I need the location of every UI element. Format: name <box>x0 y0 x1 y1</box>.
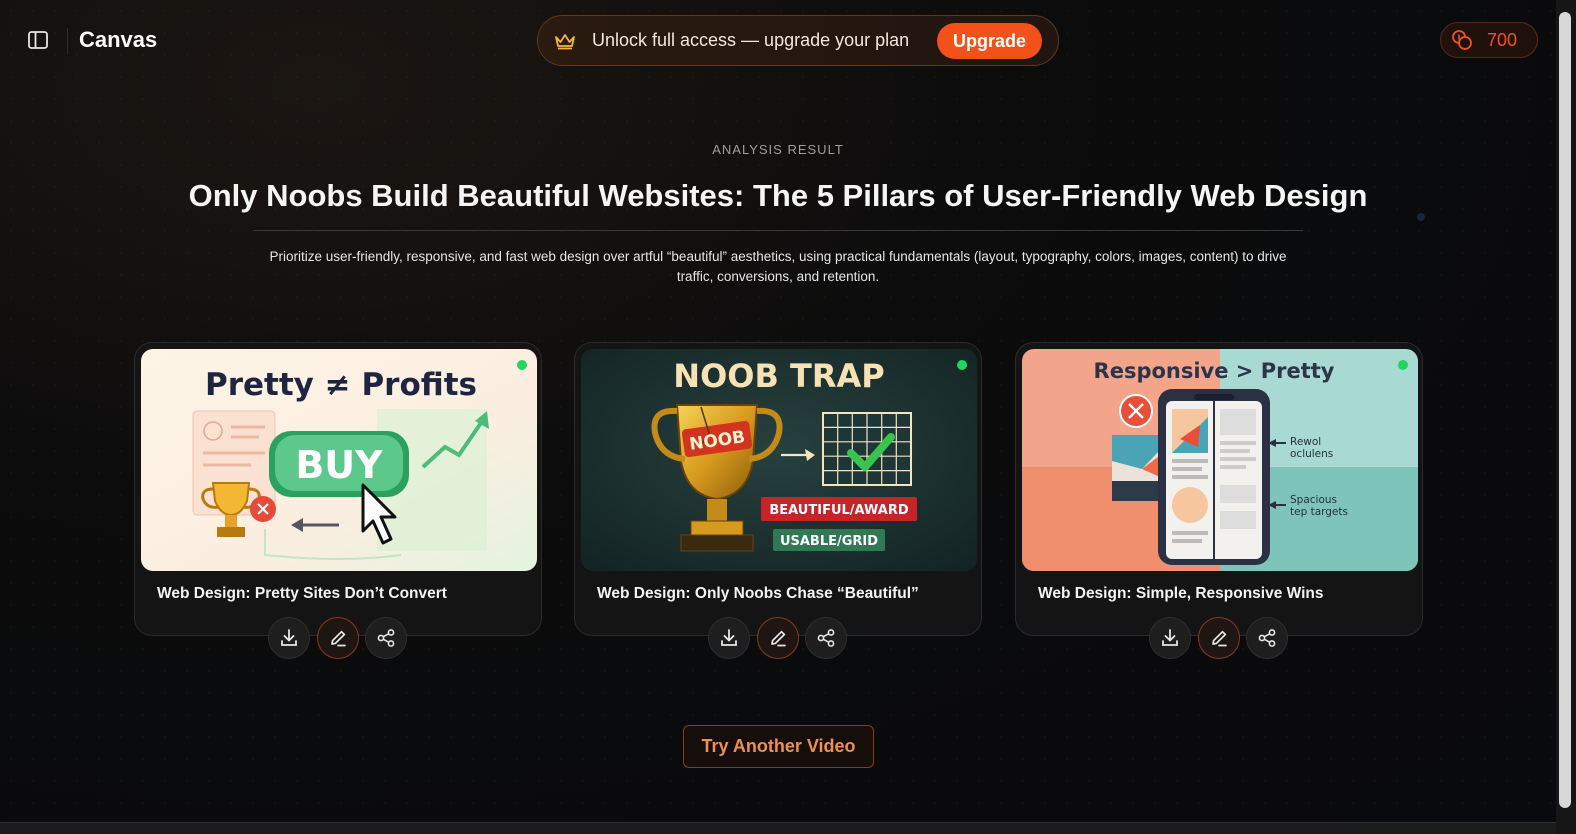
top-bar: Canvas Unlock full access — upgrade your… <box>0 0 1556 82</box>
image-buy-label: BUY <box>295 443 383 487</box>
credits-badge[interactable]: 700 <box>1440 22 1538 58</box>
page-title: Only Noobs Build Beautiful Websites: The… <box>188 178 1368 213</box>
thumbnail-card-1[interactable]: Pretty ≠ Profits BUY Web Design: Pretty … <box>134 342 542 659</box>
tag-bad: BEAUTIFUL/AWARD <box>769 503 908 518</box>
image-heading-3: Responsive > Pretty <box>1094 359 1335 383</box>
pencil-icon <box>331 630 346 647</box>
card-actions-1 <box>268 617 408 661</box>
edit-button[interactable] <box>317 617 359 659</box>
callout-2-line2: tep targets <box>1290 506 1348 518</box>
edit-button[interactable] <box>757 617 799 659</box>
download-button[interactable] <box>1149 617 1191 659</box>
download-icon <box>281 629 297 646</box>
share-button[interactable] <box>365 617 407 659</box>
crown-icon <box>554 30 576 52</box>
download-icon <box>721 629 737 646</box>
card-title-2: Web Design: Only Noobs Chase “Beautiful” <box>597 585 919 602</box>
image-heading-1: Pretty ≠ Profits <box>205 367 477 403</box>
coins-icon <box>1451 29 1473 51</box>
scrollbar-thumb[interactable] <box>1559 12 1571 808</box>
thumbnail-image-2[interactable]: NOOB TRAP NOOB BEAUTIFUL/AWARD USABLE/GR… <box>581 349 977 571</box>
try-another-video-button[interactable]: Try Another Video <box>683 725 874 768</box>
tag-good: USABLE/GRID <box>780 534 878 549</box>
edit-button[interactable] <box>1198 617 1240 659</box>
download-button[interactable] <box>268 617 310 659</box>
thumbnail-image-3[interactable]: Responsive > Pretty Rewol oclulens Spaci… <box>1022 349 1418 571</box>
card-title-1: Web Design: Pretty Sites Don’t Convert <box>157 585 447 602</box>
callout-2-line1: Spacious <box>1290 494 1337 506</box>
download-button[interactable] <box>708 617 750 659</box>
result-eyebrow: ANALYSIS RESULT <box>712 142 844 157</box>
share-icon <box>1258 629 1276 647</box>
share-button[interactable] <box>805 617 847 659</box>
download-icon <box>1162 629 1178 646</box>
card-actions-3 <box>1149 617 1289 661</box>
status-dot <box>517 360 527 370</box>
app-title: Canvas <box>79 27 158 52</box>
callout-1-line1: Rewol <box>1290 436 1321 448</box>
callout-1-line2: oclulens <box>1290 448 1333 460</box>
sidebar-toggle-icon[interactable] <box>26 29 50 51</box>
status-dot <box>1398 360 1408 370</box>
bottom-bar <box>0 822 1556 834</box>
share-icon <box>377 629 395 647</box>
decorative-dot <box>1417 213 1425 221</box>
pencil-icon <box>1212 630 1227 647</box>
upgrade-banner: Unlock full access — upgrade your plan U… <box>537 15 1059 66</box>
share-button[interactable] <box>1246 617 1288 659</box>
scrollbar[interactable] <box>1556 0 1576 834</box>
card-actions-2 <box>708 617 848 661</box>
thumbnail-card-3[interactable]: Responsive > Pretty Rewol oclulens Spaci… <box>1015 342 1423 659</box>
image-heading-2: NOOB TRAP <box>673 357 884 395</box>
result-summary: Prioritize user-friendly, responsive, an… <box>269 249 1287 284</box>
share-icon <box>817 629 835 647</box>
credits-value: 700 <box>1487 29 1518 50</box>
status-dot <box>957 360 967 370</box>
thumbnail-image-1[interactable]: Pretty ≠ Profits BUY <box>141 349 537 571</box>
thumbnail-card-2[interactable]: NOOB TRAP NOOB BEAUTIFUL/AWARD USABLE/GR… <box>574 342 982 659</box>
card-title-3: Web Design: Simple, Responsive Wins <box>1038 585 1324 602</box>
title-divider <box>254 230 1303 231</box>
banner-text: Unlock full access — upgrade your plan <box>592 30 910 50</box>
pencil-icon <box>771 630 786 647</box>
upgrade-button[interactable]: Upgrade <box>936 23 1042 59</box>
header-divider <box>67 28 68 54</box>
